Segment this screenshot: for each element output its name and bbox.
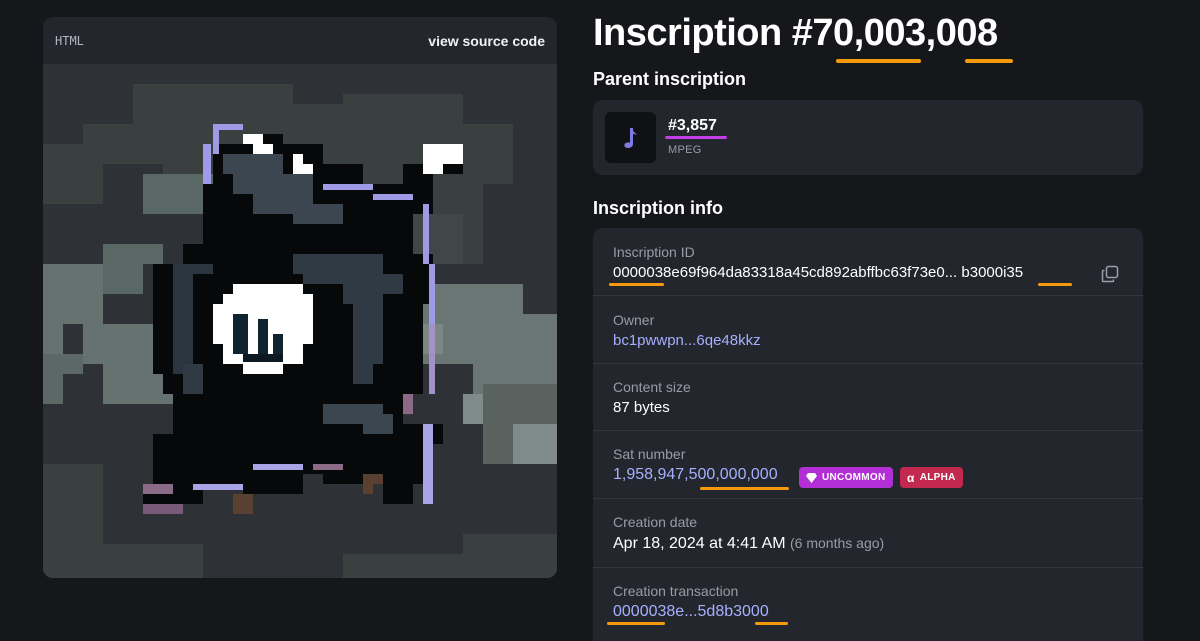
creation-date-label: Creation date bbox=[613, 514, 698, 530]
owner-label: Owner bbox=[613, 312, 655, 328]
tx-highlight-1 bbox=[607, 622, 665, 625]
row-sat-number: Sat number 1,958,947,500,000,000 UNCOMMO… bbox=[593, 431, 1143, 499]
uncommon-badge: UNCOMMON bbox=[799, 467, 893, 488]
parent-number-highlight bbox=[665, 136, 727, 139]
uncommon-badge-label: UNCOMMON bbox=[822, 472, 886, 483]
music-note-icon bbox=[605, 112, 656, 163]
parent-inscription-number[interactable]: #3,857 bbox=[668, 117, 717, 135]
alpha-badge-label: ALPHA bbox=[919, 472, 956, 483]
creation-date-value: Apr 18, 2024 at 4:41 AM (6 months ago) bbox=[613, 535, 884, 553]
content-size-value: 87 bytes bbox=[613, 399, 670, 416]
content-type-label: HTML bbox=[55, 33, 84, 48]
owner-link[interactable]: bc1pwwpn...6qe48kkz bbox=[613, 332, 761, 349]
creation-date-relative: (6 months ago) bbox=[790, 535, 885, 551]
page-title: Inscription #70,003,008 bbox=[593, 12, 998, 54]
tx-highlight-2 bbox=[755, 622, 788, 625]
alpha-badge: α ALPHA bbox=[900, 467, 963, 488]
alpha-icon: α bbox=[907, 470, 915, 485]
inscription-id-value[interactable]: 0000038e69f964da83318a45cd892abffbc63f73… bbox=[613, 264, 1023, 281]
inscription-id-label: Inscription ID bbox=[613, 244, 695, 260]
creation-tx-link[interactable]: 0000038e...5d8b3000 bbox=[613, 603, 769, 621]
id-highlight-2 bbox=[1038, 283, 1072, 286]
preview-card: HTML view source code bbox=[43, 17, 557, 578]
row-content-size: Content size 87 bytes bbox=[593, 364, 1143, 431]
content-size-label: Content size bbox=[613, 379, 691, 395]
row-owner: Owner bc1pwwpn...6qe48kkz bbox=[593, 296, 1143, 364]
info-heading: Inscription info bbox=[593, 198, 723, 218]
row-creation-transaction: Creation transaction 0000038e...5d8b3000 bbox=[593, 568, 1143, 641]
creation-date-text: Apr 18, 2024 at 4:41 AM bbox=[613, 535, 786, 552]
view-source-link[interactable]: view source code bbox=[428, 33, 545, 49]
title-highlight-2 bbox=[965, 59, 1013, 63]
row-creation-date: Creation date Apr 18, 2024 at 4:41 AM (6… bbox=[593, 499, 1143, 568]
sat-highlight bbox=[700, 487, 789, 490]
parent-mime-type: MPEG bbox=[668, 144, 702, 156]
id-highlight-1 bbox=[609, 283, 664, 286]
preview-header: HTML view source code bbox=[43, 17, 557, 64]
gem-icon bbox=[806, 472, 817, 483]
title-highlight-1 bbox=[836, 59, 921, 63]
sat-number-label: Sat number bbox=[613, 446, 686, 462]
sat-number-link[interactable]: 1,958,947,500,000,000 bbox=[613, 466, 778, 484]
copy-icon[interactable] bbox=[1101, 265, 1119, 283]
inscription-info-card: Inscription ID 0000038e69f964da83318a45c… bbox=[593, 228, 1143, 641]
parent-heading: Parent inscription bbox=[593, 69, 747, 89]
creation-tx-label: Creation transaction bbox=[613, 583, 739, 599]
inscription-preview-image bbox=[43, 64, 557, 578]
